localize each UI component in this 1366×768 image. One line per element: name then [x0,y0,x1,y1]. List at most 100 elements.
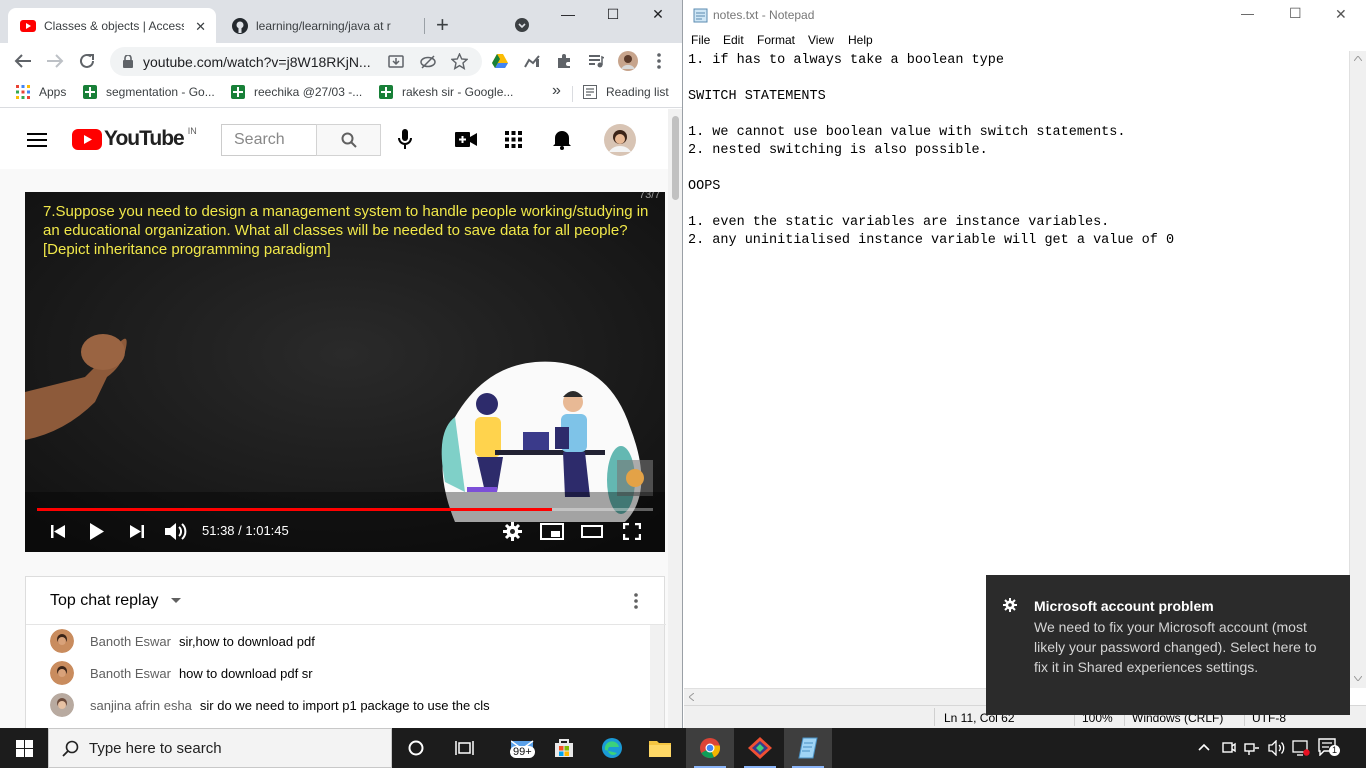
bookmark-rakesh[interactable]: rakesh sir - Google... [379,85,513,99]
task-view-icon [454,741,474,755]
menu-file[interactable]: File [691,33,710,47]
windows-notification-toast[interactable]: Microsoft account problem We need to fix… [986,575,1350,715]
taskbar-edge-app[interactable] [588,728,636,768]
youtube-apps-icon[interactable] [505,131,522,148]
taskbar-search-placeholder: Type here to search [89,739,222,757]
next-icon[interactable] [130,525,144,538]
bookmark-label: Apps [39,85,67,99]
show-hidden-icons-chevron-icon[interactable] [1198,743,1210,751]
menu-kebab-icon[interactable] [657,53,661,69]
new-tab-button[interactable]: + [436,12,449,38]
start-button[interactable] [0,728,48,768]
tab-strip: Classes & objects | Access ✕ learning/le… [0,0,682,43]
create-video-icon[interactable] [455,132,477,147]
tab-github[interactable]: learning/learning/java at r [220,8,420,43]
fullscreen-icon[interactable] [623,523,641,540]
speaker-icon[interactable] [1268,740,1286,756]
toast-body: We need to fix your Microsoft account (m… [1034,619,1317,675]
scroll-left-icon[interactable] [689,693,694,701]
notepad-title: notes.txt - Notepad [713,8,815,22]
eye-off-icon[interactable] [420,54,436,70]
bookmark-star-icon[interactable] [451,53,468,70]
notepad-maximize-button[interactable]: ☐ [1289,5,1302,22]
video-progress-bar[interactable] [37,508,653,511]
cortana-button[interactable] [392,728,440,768]
extensions-puzzle-icon[interactable] [556,53,572,69]
youtube-logo[interactable]: YouTube IN [72,126,197,151]
miniplayer-icon[interactable] [540,523,564,540]
forward-icon[interactable] [46,53,64,69]
analytics-extension-icon[interactable] [524,54,540,68]
tab-close-icon[interactable]: ✕ [195,19,206,35]
reload-icon[interactable] [78,52,96,70]
toast-title: Microsoft account problem [1034,598,1214,614]
taskbar-store-app[interactable] [540,728,588,768]
search-icon [341,132,357,148]
google-drive-icon[interactable] [492,54,508,68]
back-icon[interactable] [14,53,32,69]
close-button[interactable]: ✕ [643,6,673,26]
tab-divider [424,18,425,34]
scroll-down-icon[interactable] [1354,676,1362,681]
task-view-button[interactable] [440,728,488,768]
tab-search-icon[interactable] [515,18,529,32]
bookmark-reechika[interactable]: reechika @27/03 -... [231,85,362,99]
notepad-text-area[interactable]: 1. if has to always take a boolean type … [688,52,1348,250]
bookmark-apps[interactable]: Apps [16,85,66,99]
microsoft-store-icon [555,739,573,757]
chat-header: Top chat replay [26,577,666,625]
google-sheets-icon [83,85,97,99]
page-scrollbar[interactable] [668,109,682,728]
menu-format[interactable]: Format [757,33,795,47]
youtube-search-input[interactable]: Search [221,124,317,156]
notepad-app-icon [798,737,818,759]
notepad-minimize-button[interactable]: — [1241,6,1254,21]
display-warning-icon[interactable] [1292,740,1310,756]
bookmarks-overflow-button[interactable]: » [552,82,561,100]
menu-help[interactable]: Help [848,33,873,47]
chat-scrollbar[interactable] [650,625,664,728]
chat-avatar [50,661,74,685]
chat-mode-dropdown[interactable]: Top chat replay [50,592,181,610]
user-avatar[interactable] [604,124,636,156]
theater-mode-icon[interactable] [581,525,603,538]
chat-author: Banoth Eswar [90,633,171,649]
install-icon[interactable] [388,54,404,70]
bookmark-segmentation[interactable]: segmentation - Go... [83,85,215,99]
microphone-icon[interactable] [398,129,412,150]
play-icon[interactable] [90,523,104,540]
tab-youtube[interactable]: Classes & objects | Access ✕ [8,8,216,43]
action-center-button[interactable]: 1 [1318,738,1340,756]
meet-now-icon[interactable] [1222,740,1236,756]
menu-edit[interactable]: Edit [723,33,744,47]
scroll-up-icon[interactable] [1354,56,1362,61]
taskbar-file-explorer[interactable] [636,728,684,768]
profile-avatar[interactable] [618,51,638,71]
chat-message: Banoth Eswar sir,how to download pdf [50,625,315,657]
minimize-button[interactable]: — [553,6,583,26]
maximize-button[interactable]: ☐ [598,6,628,26]
taskbar-git-app[interactable] [736,728,784,768]
reading-list-button[interactable]: Reading list [583,85,669,99]
chat-more-icon[interactable] [634,593,638,609]
page-scrollbar-thumb[interactable] [672,116,679,200]
notepad-close-button[interactable]: ✕ [1335,6,1347,23]
bookmark-label: segmentation - Go... [106,85,215,99]
notepad-vertical-scrollbar[interactable] [1349,51,1366,688]
hamburger-menu-icon[interactable] [27,132,47,148]
media-control-icon[interactable] [588,54,604,68]
video-progress-fill [37,508,552,511]
menu-view[interactable]: View [808,33,834,47]
video-player[interactable]: 7.Suppose you need to design a managemen… [25,192,665,552]
settings-gear-icon[interactable] [503,522,522,541]
notifications-bell-icon[interactable] [553,129,571,150]
youtube-search-button[interactable] [316,124,381,156]
chat-text: how to download pdf sr [178,665,313,681]
taskbar-search-box[interactable]: Type here to search [48,728,392,768]
address-bar[interactable]: youtube.com/watch?v=j8W18RKjN... [110,47,482,76]
taskbar-chrome-app[interactable] [686,728,734,768]
previous-icon[interactable] [51,525,65,538]
network-icon[interactable] [1244,740,1260,756]
volume-icon[interactable] [165,522,187,541]
taskbar-notepad-app[interactable] [784,728,832,768]
